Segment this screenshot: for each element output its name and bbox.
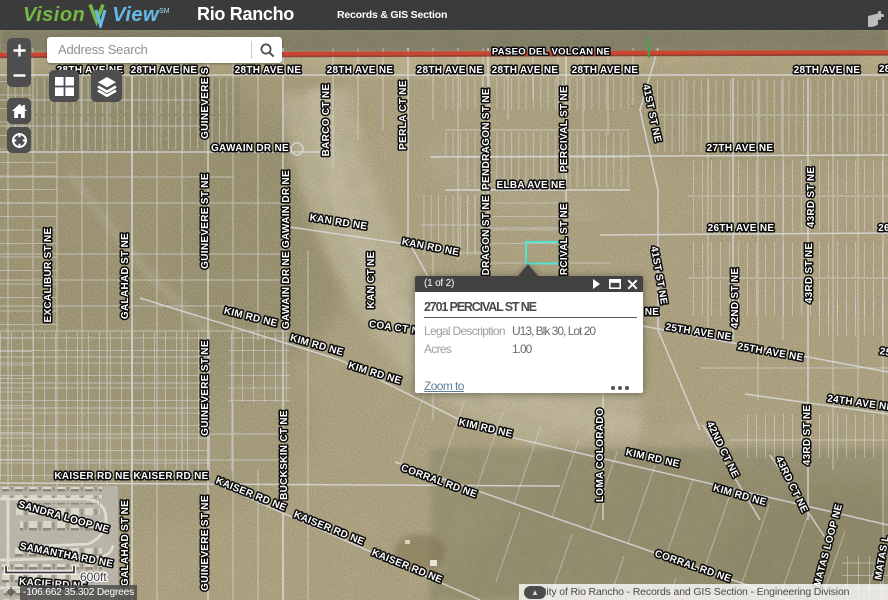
svg-text:28T: 28T bbox=[879, 64, 888, 75]
svg-text:BUCKSKIN CT NE: BUCKSKIN CT NE bbox=[279, 410, 290, 500]
svg-text:GUINEVERE S: GUINEVERE S bbox=[200, 67, 211, 139]
svg-text:28TH AVE NE: 28TH AVE NE bbox=[492, 65, 559, 76]
svg-text:GUINEVERE ST NE: GUINEVERE ST NE bbox=[200, 173, 211, 269]
svg-text:26: 26 bbox=[878, 223, 888, 234]
svg-text:600ft: 600ft bbox=[80, 570, 107, 584]
svg-text:43RD ST NE: 43RD ST NE bbox=[806, 167, 817, 228]
svg-text:28TH AVE NE: 28TH AVE NE bbox=[572, 65, 639, 76]
svg-text:EXCALIBUR ST NE: EXCALIBUR ST NE bbox=[43, 227, 54, 322]
svg-text:PERLA CT NE: PERLA CT NE bbox=[398, 80, 409, 150]
svg-text:42ND ST NE: 42ND ST NE bbox=[730, 268, 741, 329]
svg-text:28TH AVE NE: 28TH AVE NE bbox=[794, 65, 861, 76]
svg-text:28TH AVE NE: 28TH AVE NE bbox=[131, 65, 198, 76]
svg-text:43RD ST NE: 43RD ST NE bbox=[802, 405, 813, 466]
svg-text:25: 25 bbox=[879, 346, 888, 359]
svg-text:KAISER RD NE: KAISER RD NE bbox=[133, 471, 208, 482]
svg-text:28TH AVE NE: 28TH AVE NE bbox=[327, 65, 394, 76]
svg-text:GAWAIN DR NE: GAWAIN DR NE bbox=[281, 251, 292, 329]
svg-text:GALAHAD ST NE: GALAHAD ST NE bbox=[120, 500, 131, 586]
svg-text:GALAHAD ST NE: GALAHAD ST NE bbox=[120, 233, 131, 319]
svg-text:28TH AVE NE: 28TH AVE NE bbox=[235, 65, 302, 76]
svg-text:GUINEVERE ST NE: GUINEVERE ST NE bbox=[200, 495, 211, 591]
svg-text:ELBA AVE NE: ELBA AVE NE bbox=[496, 180, 565, 191]
svg-text:PASEO DEL VOLCAN NE: PASEO DEL VOLCAN NE bbox=[492, 47, 610, 58]
svg-text:28TH AVE NE: 28TH AVE NE bbox=[417, 65, 484, 76]
svg-text:BARCO CT NE: BARCO CT NE bbox=[321, 84, 332, 157]
svg-text:PENDRAGON ST NE: PENDRAGON ST NE bbox=[481, 88, 492, 190]
svg-text:KAISER RD NE: KAISER RD NE bbox=[54, 471, 129, 482]
svg-text:43RD ST NE: 43RD ST NE bbox=[804, 243, 815, 304]
svg-text:PERCIVAL ST NE: PERCIVAL ST NE bbox=[559, 86, 570, 172]
svg-text:GAWAIN DR NE: GAWAIN DR NE bbox=[281, 170, 292, 248]
svg-text:GUINEVERE ST NE: GUINEVERE ST NE bbox=[200, 340, 211, 436]
svg-text:LOMA COLORADO: LOMA COLORADO bbox=[595, 408, 606, 502]
svg-text:27TH AVE NE: 27TH AVE NE bbox=[707, 143, 774, 154]
svg-text:26TH AVE NE: 26TH AVE NE bbox=[708, 223, 775, 234]
svg-text:GAWAIN DR NE: GAWAIN DR NE bbox=[211, 143, 289, 154]
svg-text:KAN CT NE: KAN CT NE bbox=[366, 251, 377, 308]
